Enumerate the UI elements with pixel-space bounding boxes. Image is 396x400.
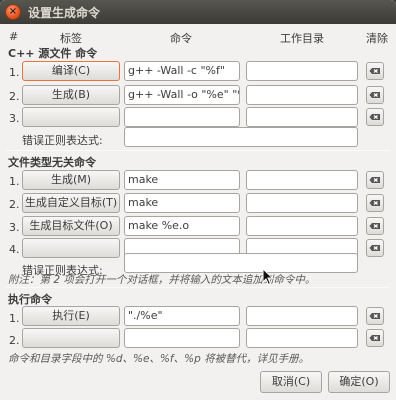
- separator: [6, 287, 390, 288]
- label-button-empty[interactable]: [22, 328, 120, 348]
- column-header-workdir: 工作目录: [280, 32, 324, 45]
- row-number: 1.: [9, 175, 20, 188]
- mouse-pointer-icon: [262, 268, 274, 286]
- label-button-compile[interactable]: 编译(C): [22, 61, 120, 81]
- command-field[interactable]: make: [124, 193, 240, 213]
- window-close-button[interactable]: ×: [5, 4, 21, 20]
- label-button-empty[interactable]: [22, 107, 120, 127]
- row-number: 1.: [9, 312, 20, 325]
- command-field[interactable]: [124, 107, 240, 127]
- label-button-make[interactable]: 生成(M): [22, 170, 120, 190]
- clear-text-icon: [369, 223, 380, 229]
- error-regex-label: 错误正则表达式:: [22, 134, 103, 147]
- workdir-field[interactable]: [246, 306, 358, 326]
- command-field[interactable]: [124, 328, 240, 348]
- workdir-field[interactable]: [246, 216, 358, 236]
- clear-button[interactable]: [366, 171, 384, 189]
- column-header-label: 标签: [60, 32, 82, 45]
- row-number: 3.: [9, 221, 20, 234]
- ok-button[interactable]: 确定(O): [328, 371, 390, 393]
- clear-text-icon: [369, 177, 380, 183]
- error-regex-field[interactable]: [124, 253, 358, 273]
- clear-text-icon: [369, 313, 380, 319]
- workdir-field[interactable]: [246, 193, 358, 213]
- label-button-execute[interactable]: 执行(E): [22, 306, 120, 326]
- clear-button[interactable]: [366, 62, 384, 80]
- clear-text-icon: [369, 335, 380, 341]
- command-field[interactable]: make %e.o: [124, 216, 240, 236]
- label-button-make-object[interactable]: 生成目标文件(O): [22, 216, 120, 236]
- column-header-clear: 清除: [366, 32, 388, 45]
- placeholder-help-note: 命令和目录字段中的 %d、%e、%f、%p 将被替代，详见手册。: [8, 353, 310, 365]
- clear-button[interactable]: [366, 194, 384, 212]
- label-button-build[interactable]: 生成(B): [22, 85, 120, 105]
- clear-button[interactable]: [366, 329, 384, 347]
- error-regex-field[interactable]: [124, 127, 358, 147]
- column-header-command: 命令: [170, 32, 192, 45]
- titlebar: × 设置生成命令: [0, 0, 396, 24]
- clear-text-icon: [369, 114, 380, 120]
- window-title: 设置生成命令: [28, 6, 101, 20]
- clear-button[interactable]: [366, 108, 384, 126]
- section-title-execute: 执行命令: [8, 293, 52, 306]
- clear-button[interactable]: [366, 217, 384, 235]
- workdir-field[interactable]: [246, 61, 358, 81]
- row-number: 2.: [9, 198, 20, 211]
- section-title-filetype: C++ 源文件 命令: [8, 47, 98, 60]
- row-number: 1.: [9, 66, 20, 79]
- command-field[interactable]: "./%e": [124, 306, 240, 326]
- command-field[interactable]: make: [124, 170, 240, 190]
- clear-text-icon: [369, 245, 380, 251]
- cancel-button[interactable]: 取消(C): [260, 371, 322, 393]
- build-commands-dialog: × 设置生成命令 # 标签 命令 工作目录 清除 C++ 源文件 命令 1. 编…: [0, 0, 396, 400]
- clear-button[interactable]: [366, 239, 384, 257]
- workdir-field[interactable]: [246, 170, 358, 190]
- label-button-make-custom-target[interactable]: 生成自定义目标(T): [22, 193, 120, 213]
- clear-button[interactable]: [366, 307, 384, 325]
- close-icon: ×: [8, 6, 18, 17]
- label-button-empty[interactable]: [22, 238, 120, 258]
- section-title-independent: 文件类型无关命令: [8, 156, 96, 169]
- clear-text-icon: [369, 200, 380, 206]
- row-number: 2.: [9, 90, 20, 103]
- command-field[interactable]: g++ -Wall -c "%f": [124, 61, 240, 81]
- row-number: 2.: [9, 334, 20, 347]
- column-header-num: #: [9, 30, 19, 43]
- workdir-field[interactable]: [246, 85, 358, 105]
- row-number: 4.: [9, 243, 20, 256]
- clear-text-icon: [369, 68, 380, 74]
- row-number: 3.: [9, 112, 20, 125]
- workdir-field[interactable]: [246, 328, 358, 348]
- clear-button[interactable]: [366, 86, 384, 104]
- workdir-field[interactable]: [246, 107, 358, 127]
- separator: [6, 150, 390, 151]
- command-field[interactable]: g++ -Wall -o "%e" "%f": [124, 85, 240, 105]
- clear-text-icon: [369, 92, 380, 98]
